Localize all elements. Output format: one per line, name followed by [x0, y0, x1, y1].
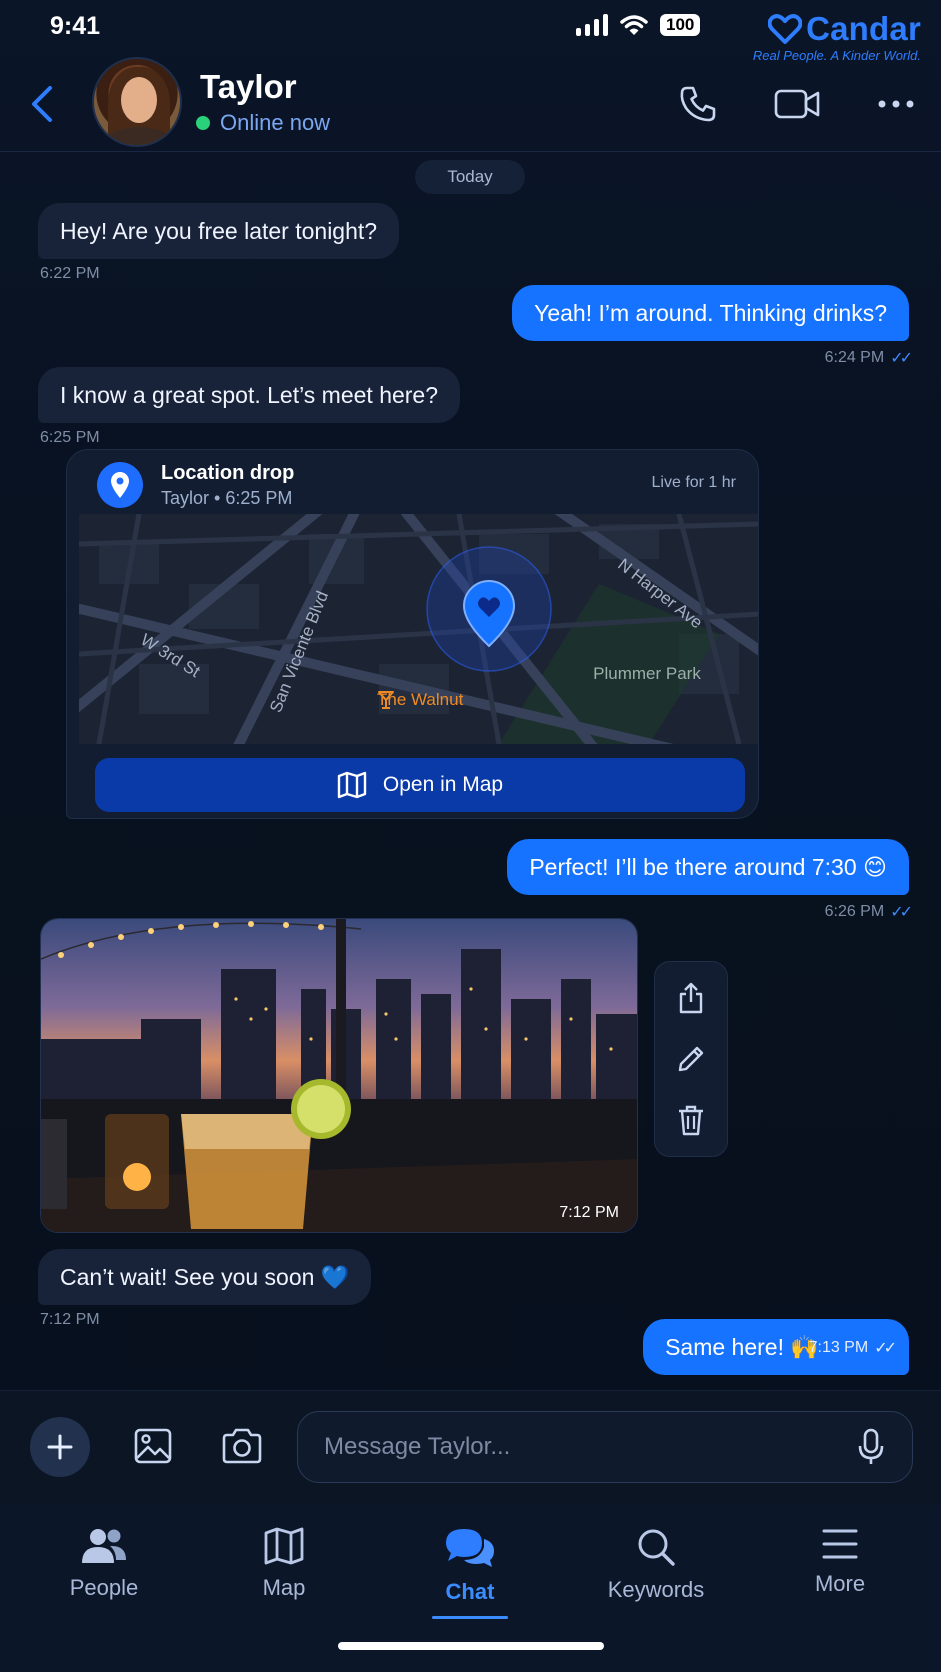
heart-icon [768, 14, 803, 44]
message-composer [0, 1390, 941, 1505]
cocktail-icon [378, 691, 394, 709]
search-icon [638, 1529, 675, 1566]
location-title: Location drop [161, 462, 295, 484]
call-button[interactable] [674, 80, 722, 128]
day-separator: Today [415, 160, 525, 194]
message-time: 6:22 PM [40, 265, 100, 282]
message-time: 7:13 PM [808, 1339, 869, 1356]
map-icon [337, 771, 367, 799]
tab-chat[interactable]: Chat [390, 1527, 550, 1627]
add-attachment-button[interactable] [30, 1417, 90, 1477]
video-icon [774, 89, 820, 119]
status-bar: 9:41 100 Candar Real People. A Kinder Wo… [0, 0, 941, 63]
phone-icon [680, 86, 716, 122]
tab-keywords[interactable]: Keywords [576, 1527, 736, 1627]
tab-map[interactable]: Map [204, 1527, 364, 1627]
voice-button[interactable] [848, 1424, 894, 1470]
tab-label: Keywords [607, 1577, 705, 1602]
map-park-label: Plummer Park [593, 664, 701, 683]
brand-name: Candar [806, 10, 921, 47]
pencil-icon [678, 1046, 704, 1072]
menu-icon [822, 1529, 858, 1559]
photo-time: 7:12 PM [559, 1204, 619, 1221]
location-card[interactable]: Location drop Taylor • 6:25 PM Live for … [66, 449, 759, 819]
contact-name: Taylor [200, 68, 297, 105]
message-time: 7:12 PM [40, 1311, 100, 1328]
message-bubble-incoming[interactable]: Can’t wait! See you soon 💙 [38, 1249, 372, 1305]
map-icon [264, 1527, 304, 1565]
message-bubble-incoming[interactable]: Hey! Are you free later tonight? [38, 203, 400, 259]
delete-button[interactable] [667, 1096, 715, 1144]
online-dot [196, 116, 210, 130]
contact-status: Online now [196, 110, 330, 136]
status-icons: 100 [576, 14, 701, 36]
open-in-map-label: Open in Map [382, 773, 504, 796]
open-in-map-button[interactable]: Open in Map [95, 758, 745, 812]
tab-more[interactable]: More [760, 1527, 920, 1627]
tab-label: Map [262, 1575, 306, 1600]
message-input-field[interactable] [297, 1411, 913, 1483]
tab-label: More [814, 1571, 866, 1596]
share-icon [679, 982, 703, 1014]
chat-icon [446, 1529, 494, 1567]
tab-people[interactable]: People [24, 1527, 184, 1627]
message-time: 6:24 PM [824, 349, 885, 366]
tab-label: People [69, 1575, 139, 1600]
share-button[interactable] [667, 974, 715, 1022]
camera-icon [222, 1428, 262, 1464]
map-preview[interactable]: W 3rd St San Vicente Blvd N Harper Ave P… [79, 514, 758, 744]
back-button[interactable] [22, 82, 62, 126]
message-time-status: 7:13 PM ✓✓ [808, 1338, 897, 1358]
message-input[interactable] [324, 1412, 844, 1482]
wifi-icon [620, 15, 648, 35]
location-pin-icon [97, 462, 143, 508]
contact-status-text: Online now [220, 110, 331, 135]
image-icon [134, 1428, 172, 1464]
rooftop-bar-photo [41, 919, 637, 1232]
read-receipt-icon: ✓✓ [874, 1340, 897, 1357]
camera-button[interactable] [217, 1421, 267, 1471]
avatar[interactable] [92, 57, 182, 147]
more-dots-icon [878, 100, 914, 108]
home-indicator[interactable] [338, 1642, 604, 1650]
message-time: 6:25 PM [40, 429, 100, 446]
battery-indicator: 100 [660, 14, 701, 36]
signal-icon [576, 14, 608, 36]
read-receipt-icon: ✓✓ [890, 904, 913, 921]
location-subtitle: Taylor • 6:25 PM [161, 488, 293, 508]
video-call-button[interactable] [773, 80, 821, 128]
gallery-button[interactable] [128, 1421, 178, 1471]
plus-icon [47, 1434, 73, 1460]
venue-label: The Walnut [377, 690, 463, 710]
message-bubble-incoming[interactable]: I know a great spot. Let’s meet here? [38, 367, 461, 423]
trash-icon [679, 1105, 703, 1136]
live-duration: Live for 1 hr [651, 474, 736, 491]
message-time: 6:26 PM [824, 903, 885, 920]
photo-actions [654, 961, 728, 1157]
message-time-status: 6:26 PM ✓✓ [824, 902, 913, 922]
edit-button[interactable] [667, 1035, 715, 1083]
photo-message[interactable]: 7:12 PM [40, 918, 638, 1233]
tab-label: Chat [445, 1579, 495, 1604]
message-time-status: 6:24 PM ✓✓ [824, 348, 913, 368]
chat-screen: 9:41 100 Candar Real People. A Kinder Wo… [0, 0, 941, 1672]
chevron-left-icon [32, 86, 52, 122]
read-receipt-icon: ✓✓ [890, 350, 913, 367]
message-bubble-outgoing[interactable]: Perfect! I’ll be there around 7:30 😊 [507, 839, 909, 895]
microphone-icon [858, 1428, 884, 1464]
status-time: 9:41 [50, 12, 101, 40]
message-list[interactable]: Today Hey! Are you free later tonight? 6… [0, 153, 941, 1390]
chat-header: Taylor Online now [0, 52, 941, 152]
people-icon [82, 1529, 126, 1563]
message-text: Same here! 🙌 [665, 1333, 819, 1360]
more-options-button[interactable] [872, 80, 920, 128]
active-tab-indicator [432, 1616, 508, 1619]
message-bubble-outgoing[interactable]: Yeah! I’m around. Thinking drinks? [512, 285, 909, 341]
